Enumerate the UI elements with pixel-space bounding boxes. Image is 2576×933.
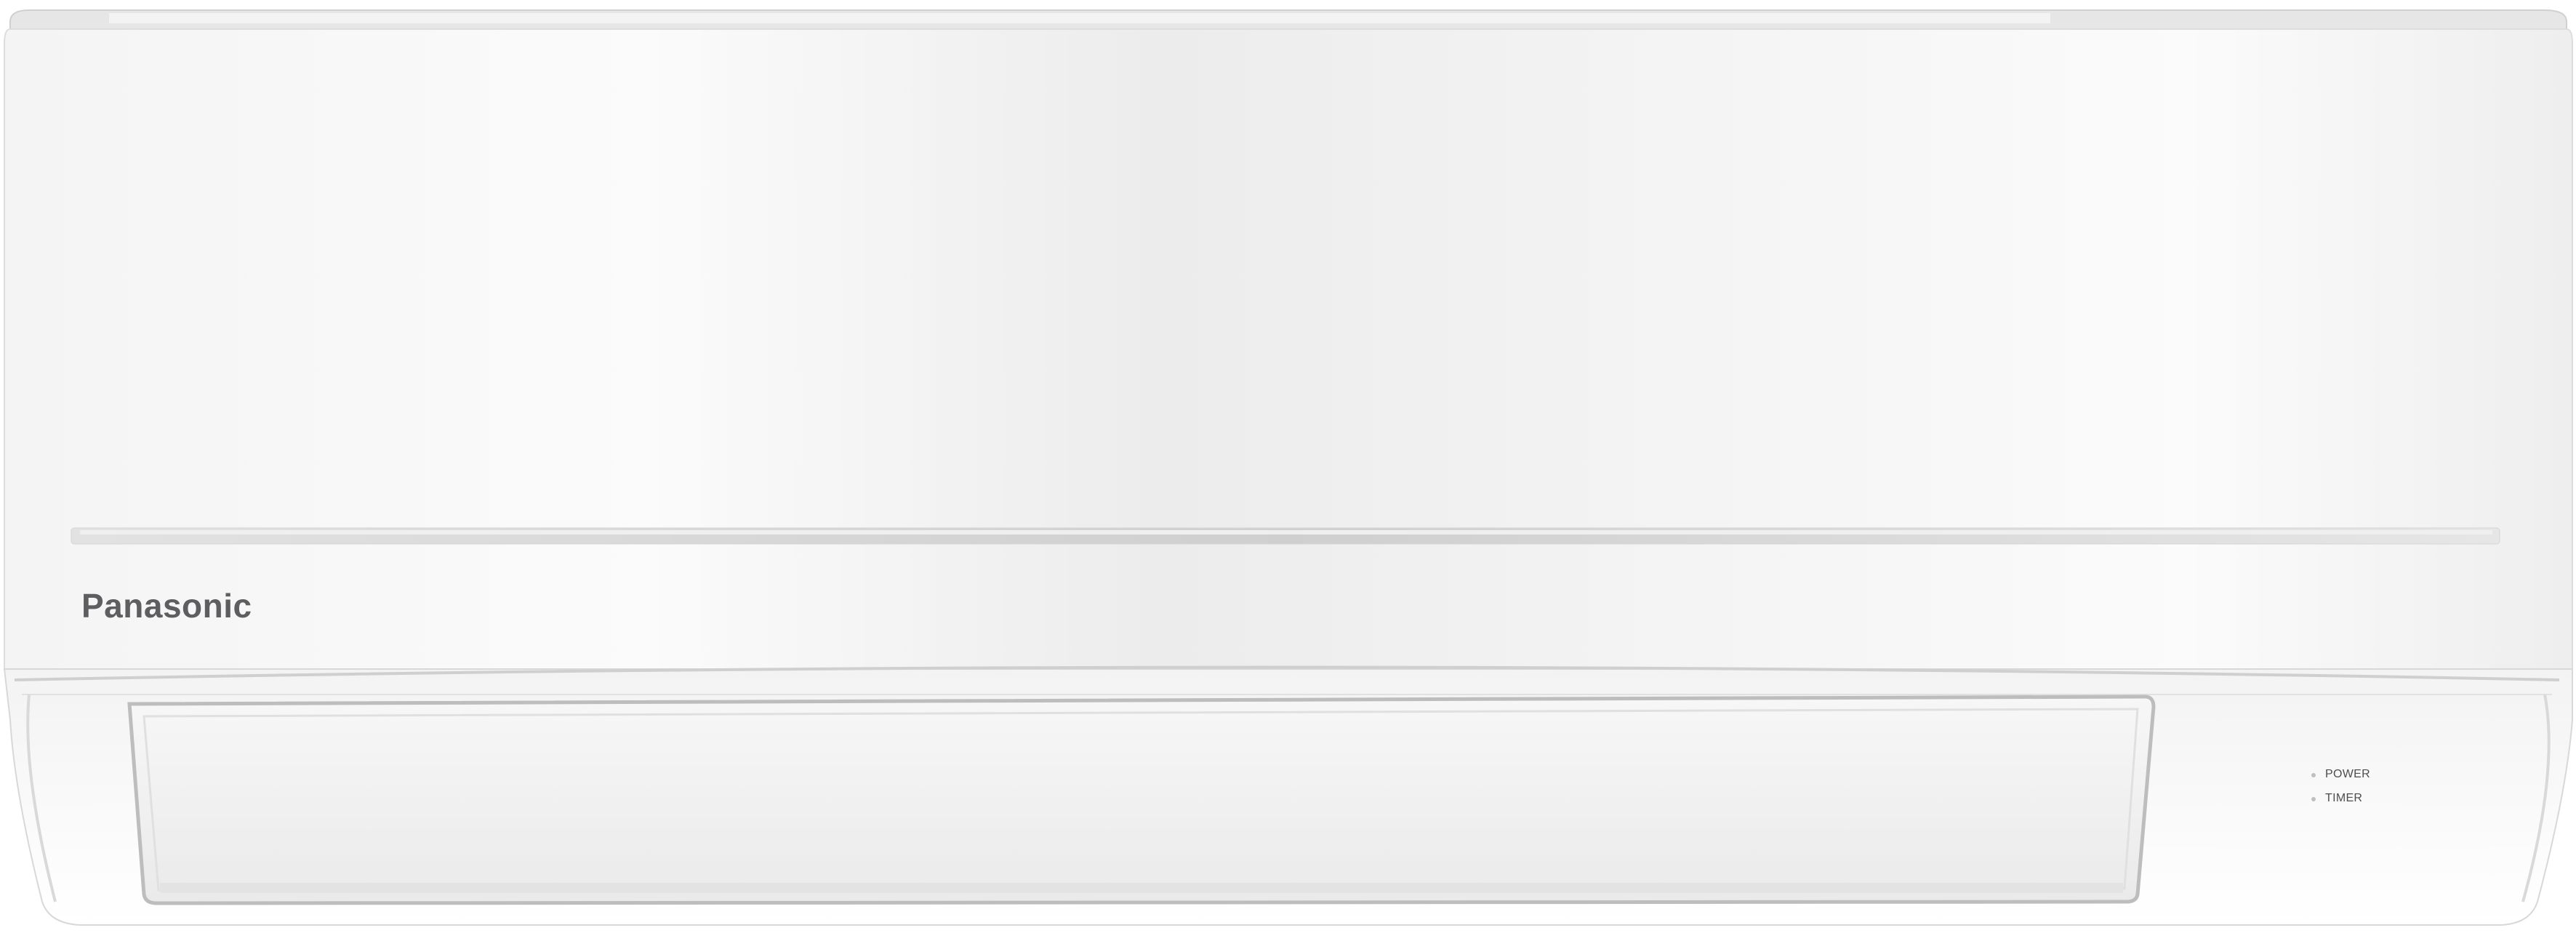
front-panel	[4, 28, 2573, 670]
louver-flap	[127, 694, 2156, 905]
decor-strip-highlight	[80, 530, 2492, 534]
louver-lip	[160, 883, 2123, 893]
top-rim-highlight	[109, 13, 2050, 23]
timer-lamp	[2311, 797, 2316, 801]
indicator-power-label: POWER	[2325, 768, 2370, 780]
brand-logo: Panasonic	[81, 587, 252, 625]
air-conditioner-illustration	[3, 9, 2573, 926]
power-lamp	[2311, 773, 2316, 777]
indicator-timer-label: TIMER	[2325, 792, 2363, 804]
